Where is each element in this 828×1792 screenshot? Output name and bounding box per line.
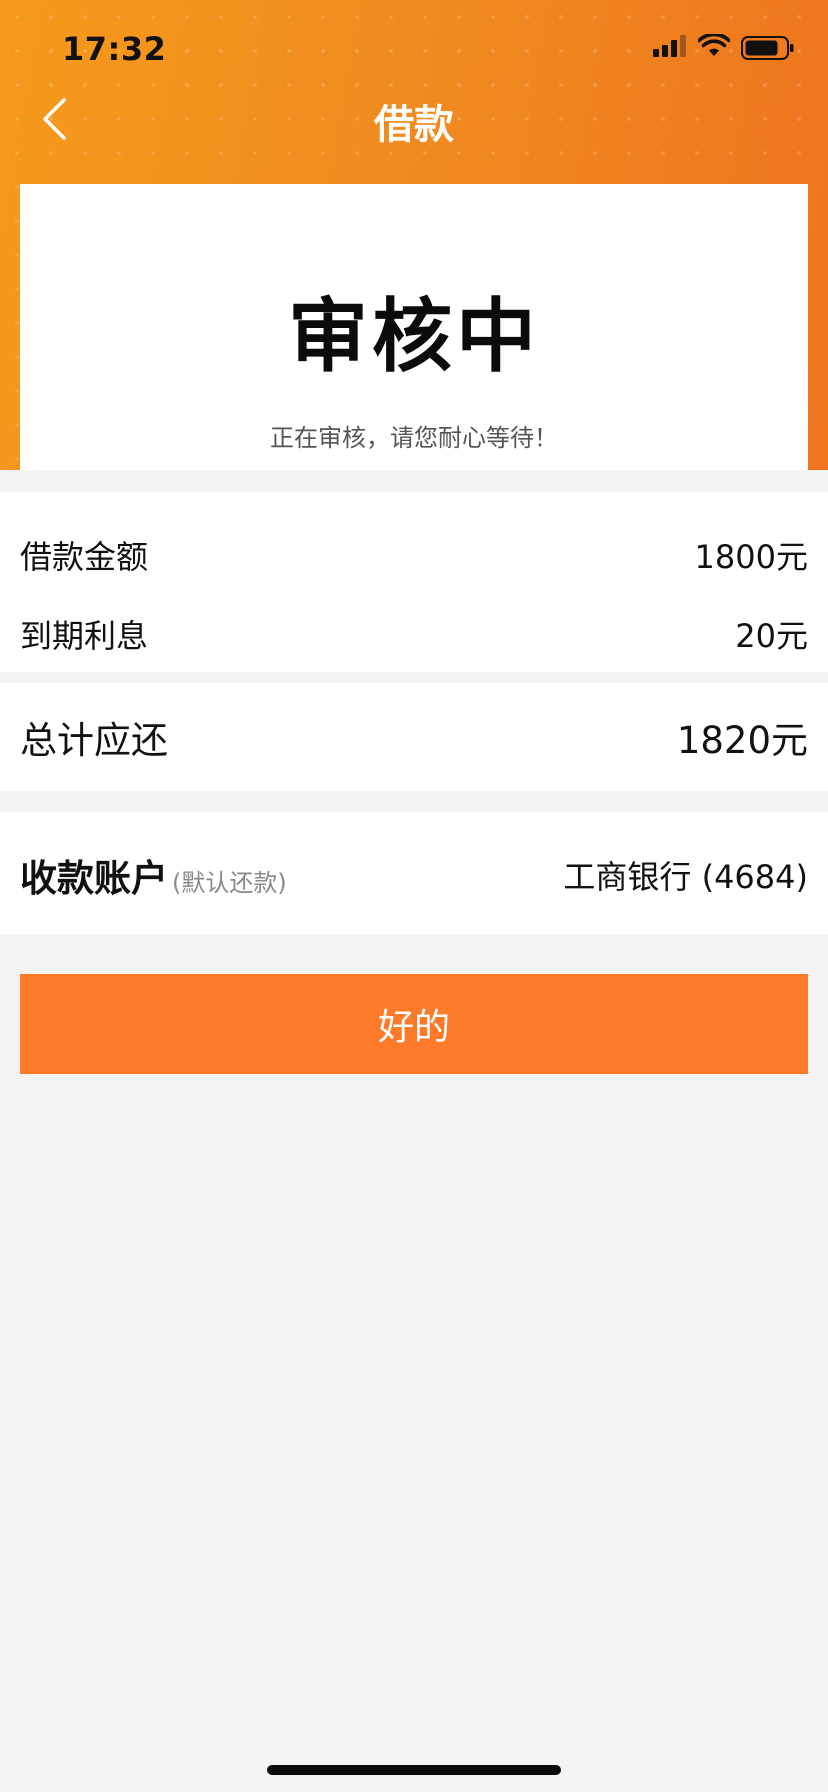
wifi-icon <box>698 34 730 56</box>
total-row: 总计应还 1820元 <box>20 713 808 762</box>
cellular-signal-icon <box>653 35 686 57</box>
status-time: 17:32 <box>62 30 167 68</box>
account-hint: (默认还款) <box>172 869 287 897</box>
navigation-bar: 借款 <box>0 82 828 152</box>
loan-amount-label: 借款金额 <box>20 538 149 576</box>
home-indicator[interactable] <box>267 1765 561 1775</box>
interest-value: 20元 <box>735 617 808 655</box>
ok-button[interactable]: 好的 <box>20 974 808 1074</box>
total-label: 总计应还 <box>20 719 168 762</box>
battery-icon <box>741 36 794 60</box>
account-row: 收款账户 (默认还款) 工商银行 (4684) <box>20 850 808 900</box>
loan-amount-value: 1800元 <box>694 538 808 576</box>
review-status-title: 审核中 <box>288 290 540 383</box>
loan-amount-row: 借款金额 1800元 <box>20 532 808 578</box>
account-panel: 收款账户 (默认还款) 工商银行 (4684) <box>0 812 828 934</box>
loan-details-panel: 借款金额 1800元 到期利息 20元 <box>0 492 828 672</box>
interest-row: 到期利息 20元 <box>20 611 808 657</box>
page-title: 借款 <box>374 102 454 148</box>
account-label-group: 收款账户 (默认还款) <box>20 848 287 902</box>
interest-label: 到期利息 <box>20 617 149 655</box>
total-panel: 总计应还 1820元 <box>0 683 828 791</box>
account-label: 收款账户 <box>20 857 168 900</box>
total-value: 1820元 <box>676 719 808 762</box>
review-status-card: 审核中 正在审核，请您耐心等待！ <box>20 184 808 470</box>
account-value: 工商银行 (4684) <box>563 858 808 896</box>
review-status-subtitle: 正在审核，请您耐心等待！ <box>270 424 558 452</box>
